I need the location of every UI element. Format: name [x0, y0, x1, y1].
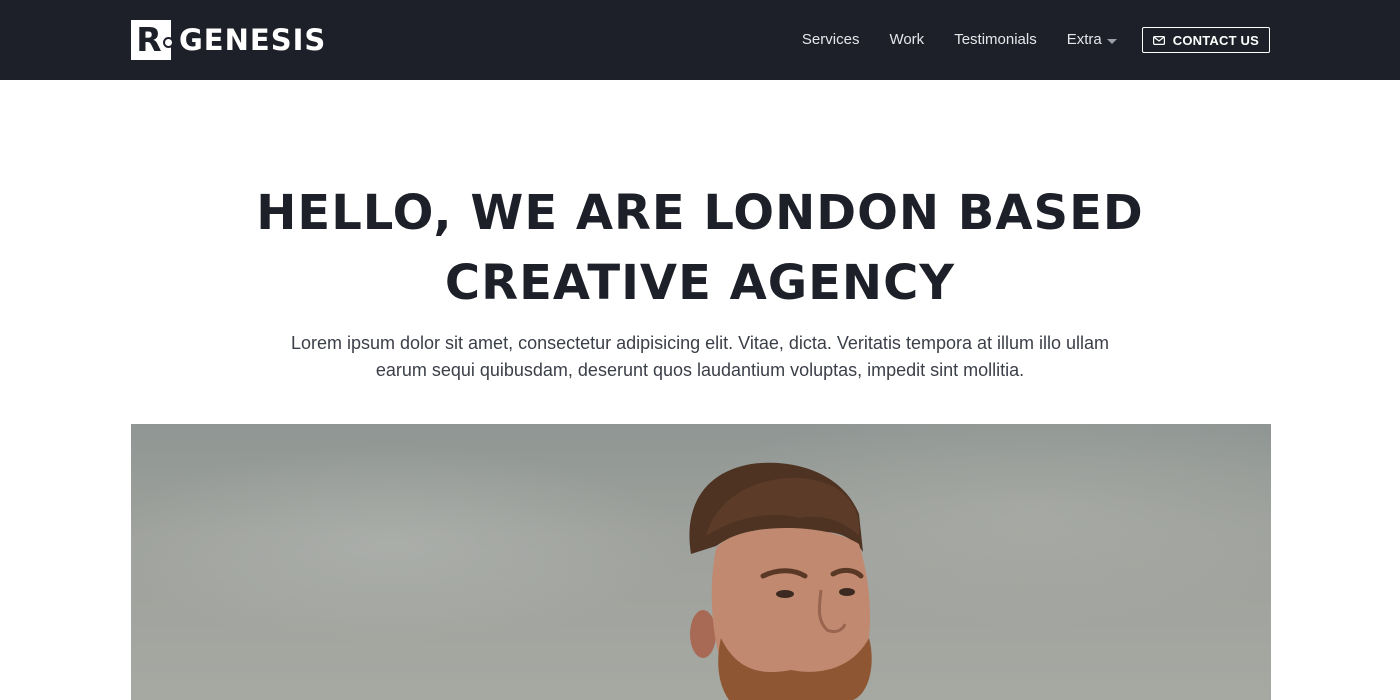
bearded-man-photo [689, 462, 872, 700]
page: R GENESIS Services Work Testimonials Ext… [0, 0, 1400, 700]
hero-title-line-1: HELLO, WE ARE LONDON BASED [256, 185, 1144, 241]
logo-mark-letter: R [136, 20, 162, 59]
hero-title-line-2: CREATIVE AGENCY [444, 255, 956, 311]
contact-us-label: CONTACT US [1172, 32, 1259, 48]
logo-dot-icon [163, 37, 174, 48]
hero-subtitle: Lorem ipsum dolor sit amet, consectetur … [270, 330, 1130, 384]
nav-item-testimonials[interactable]: Testimonials [954, 0, 1037, 80]
logo-mark: R [131, 20, 174, 60]
hero-image [131, 424, 1271, 700]
hero-subtitle-line-1: Lorem ipsum dolor sit amet, consectetur … [290, 333, 1110, 353]
main-nav: Services Work Testimonials Extra CONTACT… [772, 0, 1270, 80]
envelope-icon [1152, 35, 1165, 45]
nav-item-services[interactable]: Services [802, 0, 860, 80]
navbar: R GENESIS Services Work Testimonials Ext… [0, 0, 1400, 80]
hero-title: HELLO, WE ARE LONDON BASED CREATIVE AGEN… [200, 178, 1200, 318]
nav-item-extra[interactable]: Extra [1067, 0, 1117, 80]
logo-text: GENESIS [179, 23, 327, 57]
logo[interactable]: R GENESIS [131, 20, 326, 60]
nav-item-work[interactable]: Work [889, 0, 924, 80]
caret-down-icon [1106, 38, 1117, 44]
nav-item-extra-label: Extra [1066, 31, 1102, 48]
contact-us-button[interactable]: CONTACT US [1141, 27, 1270, 53]
hero-subtitle-line-2: earum sequi quibusdam, deserunt quos lau… [375, 360, 1025, 380]
